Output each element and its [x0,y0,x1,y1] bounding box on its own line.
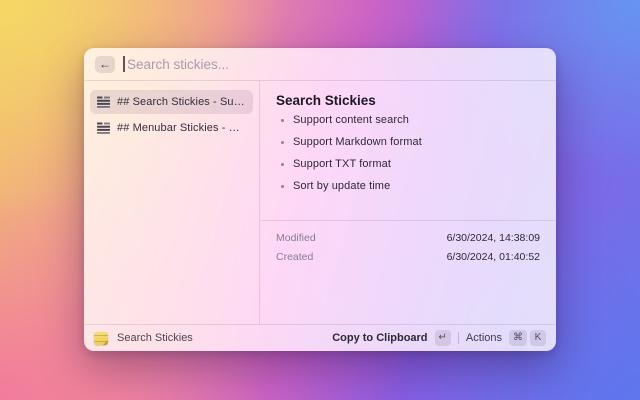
search-field-wrap [123,57,545,72]
action-bar: Search Stickies Copy to Clipboard ↵ Acti… [84,324,556,351]
footer-actions: Copy to Clipboard ↵ Actions ⌘ K [332,330,546,346]
detail-title: Search Stickies [276,93,540,108]
metadata-row: Modified 6/30/2024, 14:38:09 [276,228,540,247]
feature-item: Support Markdown format [293,136,540,148]
app-chip: Search Stickies [94,332,193,345]
metadata-label: Modified [276,232,316,244]
detail-pane: Search Stickies Support content search S… [260,81,556,324]
copy-to-clipboard-button[interactable]: Copy to Clipboard ↵ [332,330,451,346]
actions-menu-button[interactable]: Actions ⌘ K [466,330,546,346]
actions-shortcut: ⌘ K [509,330,546,346]
results-list: ## Search Stickies - Support ... ## Menu… [84,81,260,324]
launcher-window: ← ## Search Stickies - Support ... [84,48,556,351]
back-button[interactable]: ← [95,56,115,73]
sticky-note-icon [94,332,108,345]
content-area: ## Search Stickies - Support ... ## Menu… [84,81,556,324]
search-bar: ← [84,48,556,81]
footer-separator [458,332,459,344]
feature-item: Sort by update time [293,180,540,192]
app-name: Search Stickies [117,332,193,344]
k-key-icon: K [530,330,546,346]
feature-item: Support content search [293,114,540,126]
list-item-label: ## Menubar Stickies - Support... [117,122,246,134]
text-lines-icon [97,96,110,108]
markdown-preview: Search Stickies Support content search S… [276,93,540,220]
back-arrow-icon: ← [99,58,111,70]
return-key-icon: ↵ [435,330,451,346]
actions-label: Actions [466,332,502,344]
metadata-label: Created [276,251,313,263]
metadata-value: 6/30/2024, 01:40:52 [447,251,540,263]
list-item[interactable]: ## Menubar Stickies - Support... [90,116,253,140]
list-item[interactable]: ## Search Stickies - Support ... [90,90,253,114]
metadata-section: Modified 6/30/2024, 14:38:09 Created 6/3… [276,221,540,273]
text-caret [123,56,125,72]
cmd-key-icon: ⌘ [509,330,527,346]
copy-to-clipboard-label: Copy to Clipboard [332,332,427,344]
metadata-value: 6/30/2024, 14:38:09 [447,232,540,244]
search-input[interactable] [123,57,545,72]
feature-item: Support TXT format [293,158,540,170]
metadata-row: Created 6/30/2024, 01:40:52 [276,247,540,266]
list-item-label: ## Search Stickies - Support ... [117,96,246,108]
feature-list: Support content search Support Markdown … [276,114,540,192]
text-lines-icon [97,122,110,134]
